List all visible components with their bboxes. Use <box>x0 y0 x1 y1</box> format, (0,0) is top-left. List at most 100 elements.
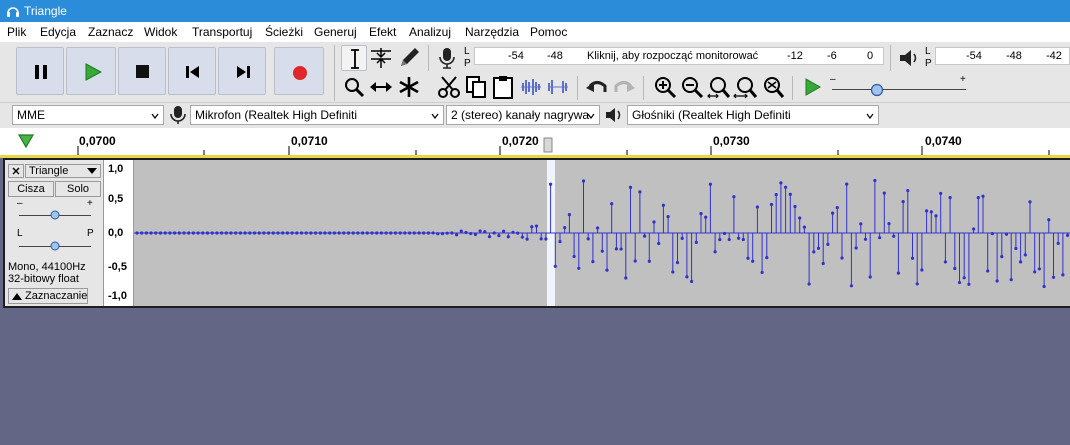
magnifier-icon <box>345 78 365 98</box>
time-shift-tool-button[interactable] <box>368 74 394 100</box>
meter-left-label: L <box>464 46 470 57</box>
speed-plus-label: + <box>960 74 966 85</box>
microphone-icon <box>170 106 186 124</box>
amplitude-label: 1,0 <box>108 163 124 175</box>
amplitude-label: -1,0 <box>108 290 127 302</box>
playback-speed-thumb[interactable] <box>870 83 884 97</box>
toolbar-divider <box>0 102 1070 103</box>
audio-host-value: MME <box>17 108 45 122</box>
skip-start-button[interactable] <box>168 47 216 95</box>
menu-plik[interactable]: Plik <box>7 25 26 39</box>
copy-button[interactable] <box>463 74 489 100</box>
title-bar: Triangle <box>0 0 1070 22</box>
zoom-toggle-button[interactable] <box>760 74 786 100</box>
redo-button[interactable] <box>611 74 637 100</box>
clipboard-icon <box>493 76 513 99</box>
stop-icon <box>136 65 149 78</box>
zoom-tool-button[interactable] <box>341 74 367 100</box>
track-sample-rate: Mono, 44100Hz <box>8 261 86 273</box>
separator <box>643 76 644 100</box>
recording-channels-select[interactable]: 2 (stereo) kanały nagrywa <box>446 105 600 125</box>
multi-tool-button[interactable] <box>396 74 422 100</box>
play-icon <box>85 63 102 81</box>
gain-minus-label: – <box>17 198 23 209</box>
envelope-icon <box>371 48 391 68</box>
meter-tick: -42 <box>1046 50 1062 62</box>
meter-right-label: P <box>464 58 471 69</box>
menu-generuj[interactable]: Generuj <box>314 25 357 39</box>
record-button[interactable] <box>274 47 324 95</box>
playback-speed-track[interactable] <box>832 89 966 90</box>
amplitude-ruler: 1,0 0,5 0,0 -0,5 -1,0 <box>104 160 134 306</box>
close-icon <box>12 167 20 175</box>
close-track-button[interactable] <box>8 164 24 178</box>
menu-edycja[interactable]: Edycja <box>40 25 76 39</box>
mute-button[interactable]: Cisza <box>8 181 54 197</box>
speaker-icon[interactable] <box>898 47 920 69</box>
recording-channels-value: 2 (stereo) kanały nagrywa <box>451 108 590 122</box>
fit-project-button[interactable] <box>733 74 759 100</box>
cut-button[interactable] <box>436 74 462 100</box>
menu-efekt[interactable]: Efekt <box>369 25 396 39</box>
asterisk-icon <box>399 77 419 97</box>
skip-end-button[interactable] <box>218 47 266 95</box>
menu-sciezki[interactable]: Ścieżki <box>265 25 303 39</box>
play-at-speed-button[interactable] <box>800 74 826 100</box>
stop-button[interactable] <box>118 47 166 95</box>
menu-bar: Plik Edycja Zaznacz Widok Transportuj Śc… <box>0 22 1070 42</box>
select-track-button[interactable]: Zaznaczanie <box>8 288 88 304</box>
speed-minus-label: – <box>830 74 836 85</box>
menu-transportuj[interactable]: Transportuj <box>192 25 252 39</box>
gain-slider-thumb[interactable] <box>50 210 60 220</box>
playback-meter[interactable]: -54 -48 -42 <box>935 47 1070 65</box>
zoom-selection-icon <box>707 77 731 99</box>
undo-button[interactable] <box>584 74 610 100</box>
track-control-panel[interactable]: Triangle Cisza Solo – + L P Mono, 44100H… <box>5 160 104 306</box>
solo-button[interactable]: Solo <box>55 181 101 197</box>
toolbar-area: L P -54 -48 Kliknij, aby rozpocząć monit… <box>0 42 1070 129</box>
pencil-icon <box>401 48 419 66</box>
menu-narzedzia[interactable]: Narzędzia <box>465 25 519 39</box>
amplitude-label: 0,0 <box>108 227 124 239</box>
i-beam-icon <box>351 49 359 69</box>
silence-button[interactable] <box>545 74 571 100</box>
ruler-ticks <box>77 137 1050 155</box>
window-title: Triangle <box>24 4 67 18</box>
menu-analizuj[interactable]: Analizuj <box>409 25 451 39</box>
collapse-icon <box>12 293 22 300</box>
paste-button[interactable] <box>490 74 516 100</box>
undo-icon <box>586 81 607 92</box>
chevron-down-icon <box>587 113 595 119</box>
chevron-down-icon <box>866 113 874 119</box>
select-track-label: Zaznaczanie <box>25 290 88 302</box>
fit-selection-button[interactable] <box>706 74 732 100</box>
recording-device-select[interactable]: Mikrofon (Realtek High Definiti <box>190 105 444 125</box>
menu-zaznacz[interactable]: Zaznacz <box>88 25 133 39</box>
separator <box>428 45 429 71</box>
pause-button[interactable] <box>16 47 64 95</box>
zoom-out-button[interactable] <box>679 74 705 100</box>
menu-pomoc[interactable]: Pomoc <box>530 25 567 39</box>
separator <box>334 45 335 101</box>
audio-host-select[interactable]: MME <box>12 105 164 125</box>
envelope-tool-button[interactable] <box>368 45 394 71</box>
waveform-canvas[interactable] <box>134 160 1070 306</box>
pan-slider-thumb[interactable] <box>50 241 60 251</box>
meter-tick: 0 <box>867 50 874 62</box>
record-meter[interactable]: -54 -48 Kliknij, aby rozpocząć monitorow… <box>474 47 884 65</box>
selection-tool-button[interactable] <box>341 45 367 71</box>
track-menu-button[interactable]: Triangle <box>25 164 101 178</box>
pause-icon <box>35 65 47 79</box>
meter-monitor-hint: Kliknij, aby rozpocząć monitorować <box>587 50 759 62</box>
play-button[interactable] <box>66 47 116 95</box>
zoom-in-button[interactable] <box>652 74 678 100</box>
scissors-icon <box>438 76 460 98</box>
playback-device-select[interactable]: Głośniki (Realtek High Definiti <box>627 105 879 125</box>
audio-track[interactable]: Triangle Cisza Solo – + L P Mono, 44100H… <box>3 158 1070 308</box>
menu-widok[interactable]: Widok <box>144 25 177 39</box>
draw-tool-button[interactable] <box>396 45 422 71</box>
timeline-ruler[interactable]: 0,0700 0,0710 0,0720 0,0730 0,0740 <box>0 128 1070 157</box>
trim-button[interactable] <box>518 74 544 100</box>
track-sample-format: 32-bitowy float <box>8 273 79 285</box>
microphone-icon[interactable] <box>438 47 456 69</box>
